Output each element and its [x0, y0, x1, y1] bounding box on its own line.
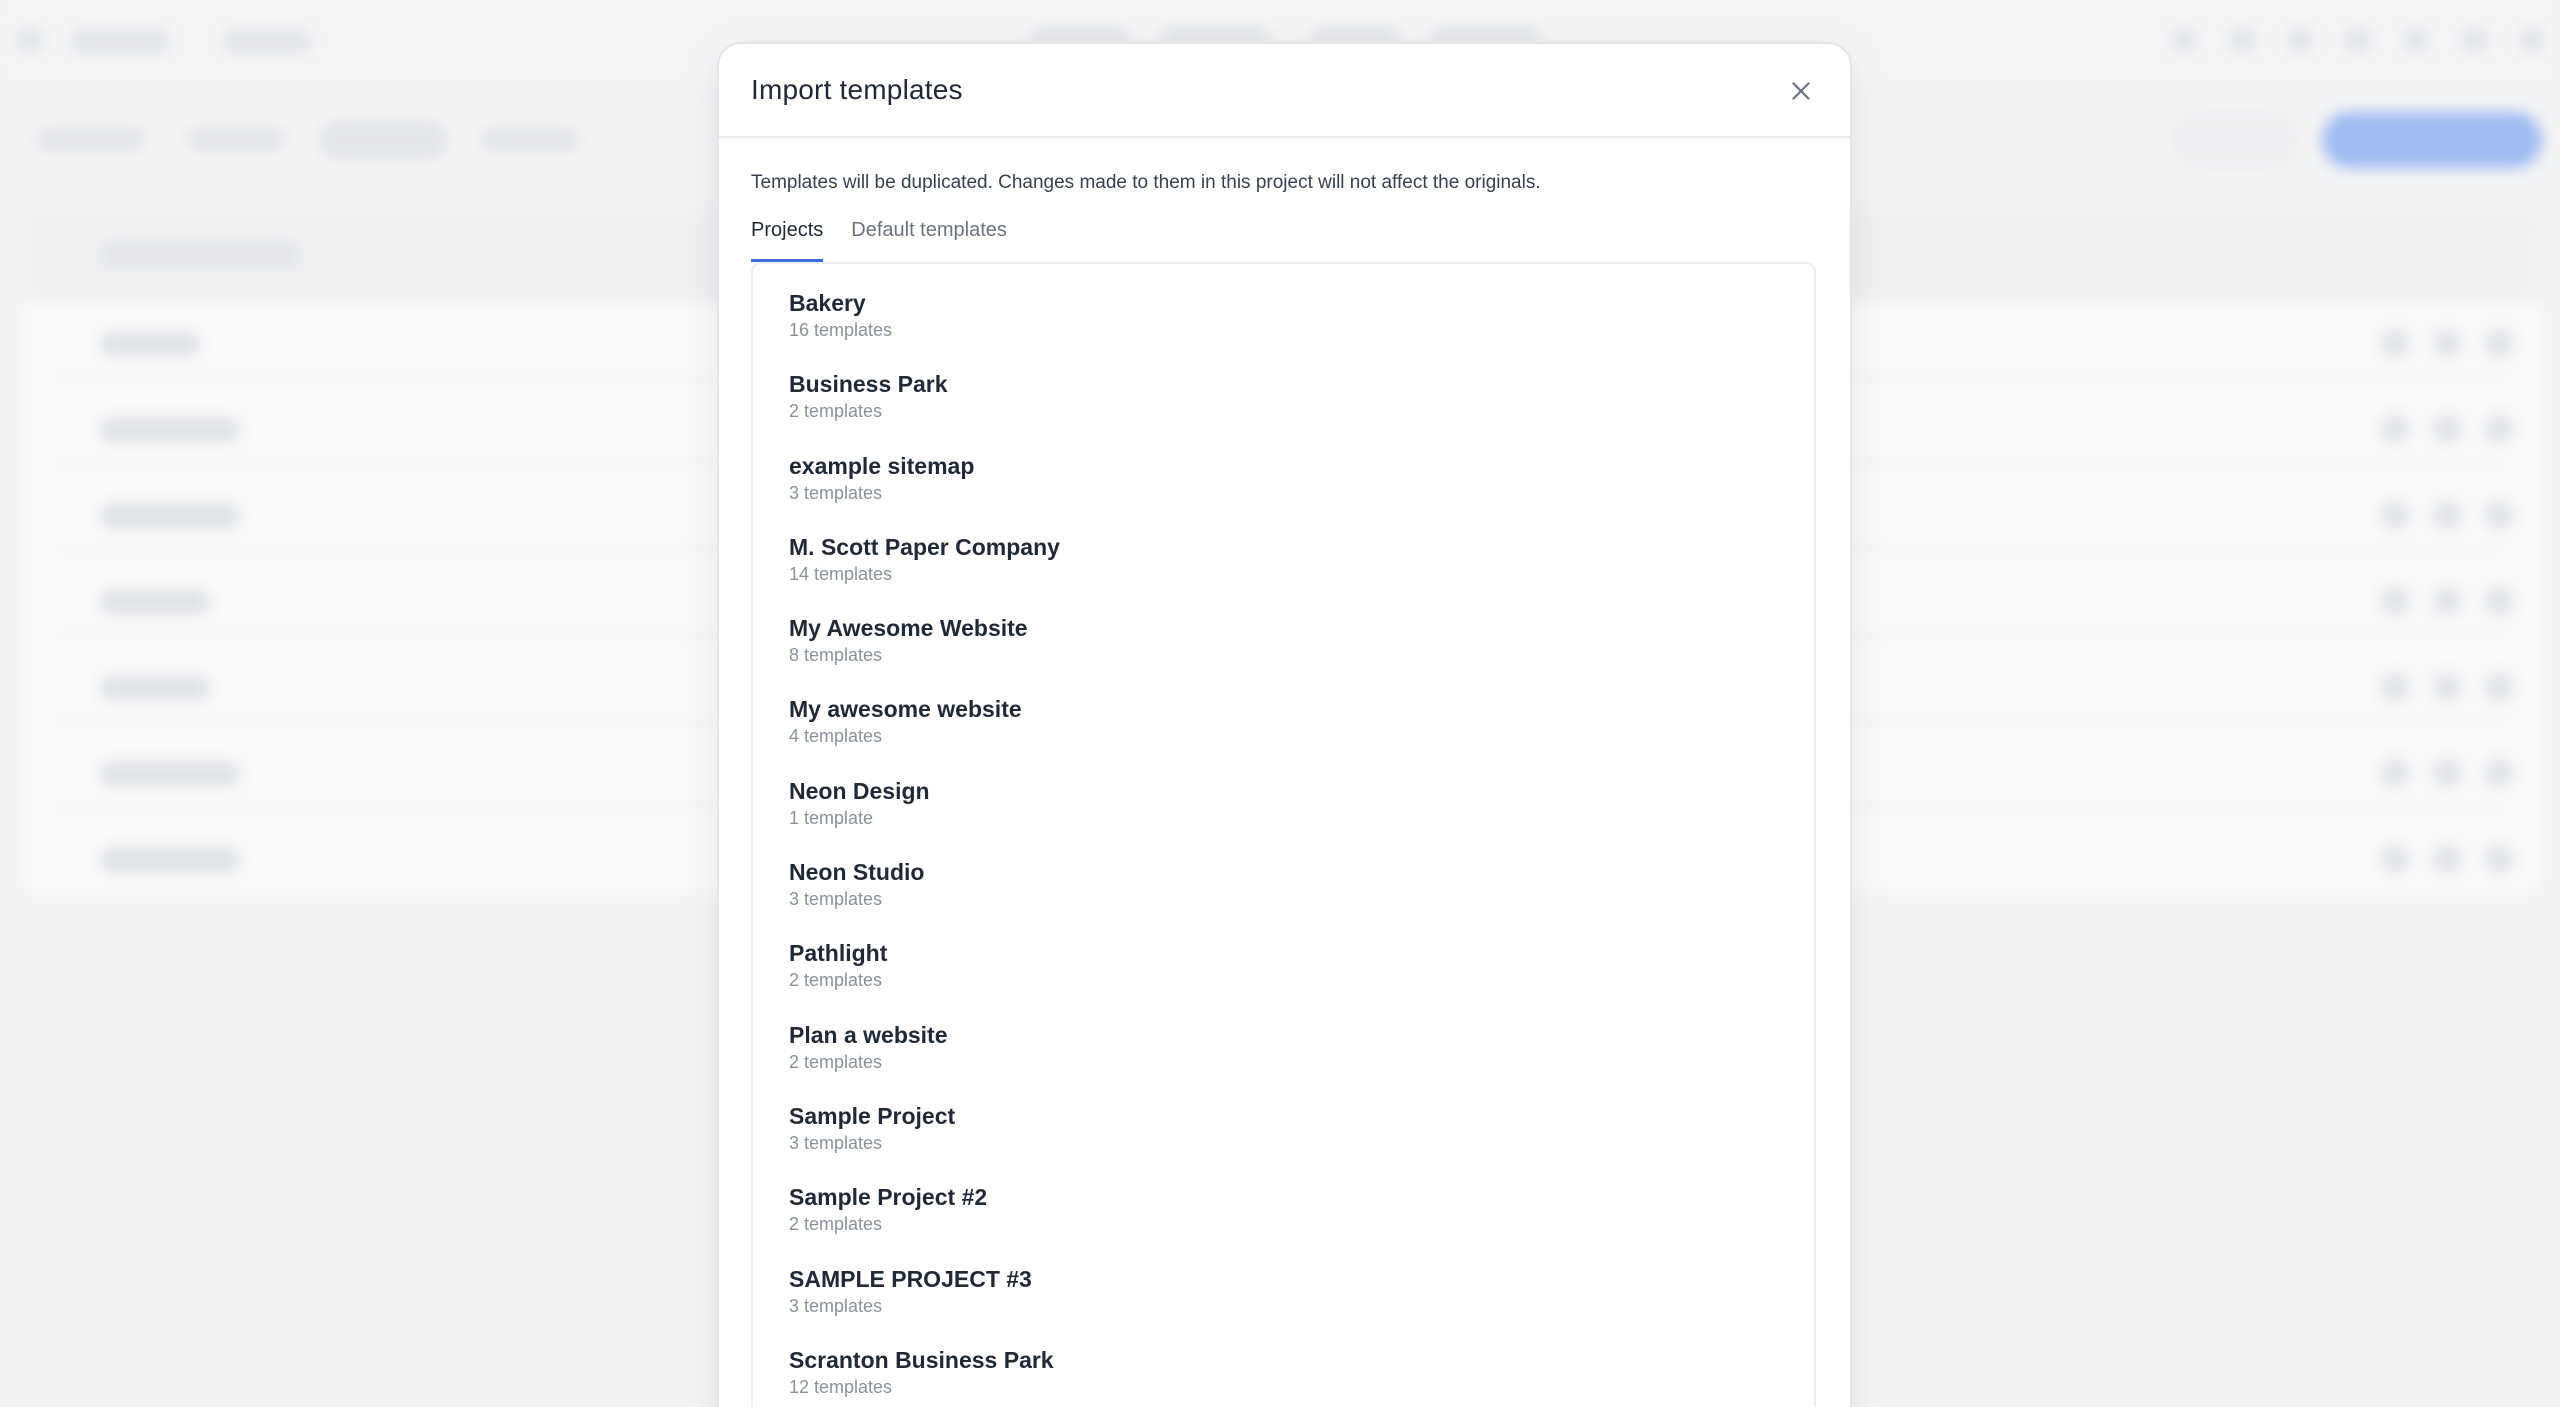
modal-tabs: Projects Default templates	[751, 212, 1816, 262]
background-icon	[2228, 26, 2256, 54]
project-item-sample-project-2[interactable]: Sample Project #2 2 templates	[753, 1182, 1814, 1263]
project-name: example sitemap	[789, 452, 975, 479]
project-item-sample-project-3[interactable]: SAMPLE PROJECT #3 3 templates	[753, 1264, 1814, 1345]
project-template-count: 12 templates	[789, 1376, 893, 1397]
background-pill	[480, 126, 580, 152]
tab-default-templates[interactable]: Default templates	[851, 212, 1007, 262]
project-template-count: 2 templates	[789, 401, 883, 422]
project-item-example-sitemap[interactable]: example sitemap 3 templates	[753, 451, 1814, 532]
background-pill	[222, 28, 312, 54]
project-name: Neon Studio	[789, 859, 925, 886]
project-name: Sample Project #2	[789, 1184, 988, 1211]
project-item-bakery[interactable]: Bakery 16 templates	[753, 288, 1814, 369]
project-template-count: 3 templates	[789, 1132, 883, 1153]
project-template-count: 2 templates	[789, 1051, 883, 1072]
import-templates-modal: Import templates Templates will be dupli…	[717, 42, 1852, 1407]
background-pill	[36, 126, 146, 152]
background-button	[2170, 112, 2300, 168]
project-template-count: 14 templates	[789, 563, 893, 584]
project-item-business-park[interactable]: Business Park 2 templates	[753, 369, 1814, 450]
project-template-count: 3 templates	[789, 482, 883, 503]
modal-body: Templates will be duplicated. Changes ma…	[719, 172, 1850, 1407]
background-pill	[318, 120, 448, 160]
background-logo-icon	[16, 26, 44, 54]
background-icon	[2344, 26, 2372, 54]
project-template-count: 8 templates	[789, 645, 883, 666]
project-item-m-scott-paper-company[interactable]: M. Scott Paper Company 14 templates	[753, 532, 1814, 613]
duplication-notice: Templates will be duplicated. Changes ma…	[751, 172, 1541, 193]
close-icon	[1792, 82, 1810, 100]
project-item-neon-studio[interactable]: Neon Studio 3 templates	[753, 857, 1814, 938]
project-name: Plan a website	[789, 1021, 948, 1048]
project-name: M. Scott Paper Company	[789, 533, 1060, 560]
background-pill	[70, 28, 170, 54]
background-icon	[2286, 26, 2314, 54]
project-item-plan-a-website[interactable]: Plan a website 2 templates	[753, 1020, 1814, 1101]
project-item-my-awesome-website-2[interactable]: My awesome website 4 templates	[753, 694, 1814, 775]
project-item-neon-design[interactable]: Neon Design 1 template	[753, 776, 1814, 857]
background-icon	[2460, 26, 2488, 54]
project-template-count: 2 templates	[789, 1214, 883, 1235]
project-name: Neon Design	[789, 777, 930, 804]
project-name: Business Park	[789, 371, 948, 398]
modal-title: Import templates	[751, 74, 963, 105]
project-list: Bakery 16 templates Business Park 2 temp…	[751, 262, 1816, 1407]
close-button[interactable]	[1782, 72, 1820, 110]
tab-projects[interactable]: Projects	[751, 212, 824, 262]
project-name: My awesome website	[789, 696, 1022, 723]
background-pill	[100, 242, 300, 268]
project-template-count: 1 template	[789, 807, 874, 828]
project-template-count: 3 templates	[789, 1295, 883, 1316]
background-pill	[186, 126, 286, 152]
project-item-my-awesome-website[interactable]: My Awesome Website 8 templates	[753, 613, 1814, 694]
modal-header: Import templates	[719, 44, 1850, 138]
project-item-scranton-business-park[interactable]: Scranton Business Park 12 templates	[753, 1345, 1814, 1407]
project-template-count: 4 templates	[789, 726, 883, 747]
project-name: My Awesome Website	[789, 615, 1028, 642]
project-template-count: 2 templates	[789, 970, 883, 991]
project-name: Scranton Business Park	[789, 1346, 1054, 1373]
background-icon	[2170, 26, 2198, 54]
background-icon	[2402, 26, 2430, 54]
project-template-count: 3 templates	[789, 889, 883, 910]
background-primary-button	[2322, 112, 2542, 168]
project-name: Pathlight	[789, 940, 888, 967]
project-template-count: 16 templates	[789, 320, 893, 340]
project-name: Bakery	[789, 290, 866, 316]
background-avatar	[2518, 26, 2546, 54]
project-name: SAMPLE PROJECT #3	[789, 1265, 1032, 1292]
project-item-pathlight[interactable]: Pathlight 2 templates	[753, 938, 1814, 1019]
project-item-sample-project[interactable]: Sample Project 3 templates	[753, 1101, 1814, 1182]
project-name: Sample Project	[789, 1102, 956, 1129]
